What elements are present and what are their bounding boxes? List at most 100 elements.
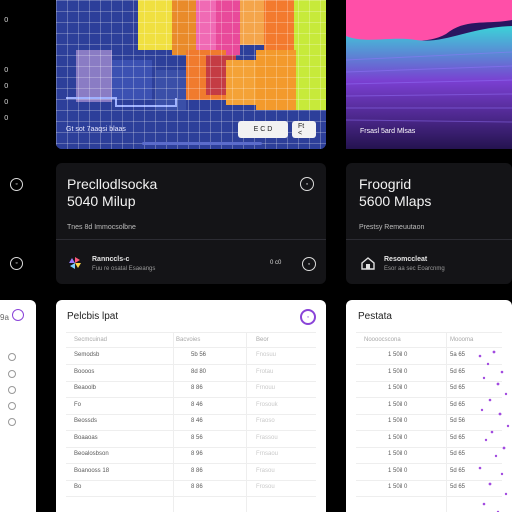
table-title: Pestata [358,311,392,322]
row-divider [66,347,316,348]
table-cell: Frnsaou [256,451,279,457]
rail-circle-icon[interactable]: ◦ [10,178,23,191]
map-tool-buttons[interactable]: E C D [238,121,288,138]
data-table-card: Pestata Noooocscona Moooma 1 50il 0 5a 65… [346,300,512,512]
terrain-graphic [346,0,512,149]
table-cell: 1 50il 0 [388,368,408,375]
table-cell: 1 50il 0 [388,467,408,474]
table-cell: 1 50il 0 [388,352,408,358]
table-cell: Beoalosbson [74,451,109,457]
rail-item[interactable]: 0 [4,82,8,90]
rail-item-extra[interactable]: 0 [4,114,8,122]
table-cell: 8 86 [191,385,203,391]
table-cell: 1 50il 0 [388,401,408,408]
table-cell: 5d 65 [450,484,466,490]
side-row-icon[interactable] [8,353,16,361]
stat-card: Precllodlsocka 5040 Milup Tnes 8d Immocs… [56,163,326,284]
side-row-icon[interactable] [8,418,16,426]
table-cell: Boooos [74,368,95,375]
table-cell: Frnouu [256,385,276,391]
row-divider [66,413,316,415]
row-divider [66,463,316,464]
stat-card: Froogrid 5600 Mlaps Prestsy Remeuutaon R… [346,163,512,284]
table-cell: Bo [74,484,82,490]
map-controls: E C D Ft < [238,121,316,138]
side-row-icon[interactable] [8,386,16,394]
card-value: 5600 Mlaps [359,193,432,209]
rail-item[interactable]: 0 [4,98,8,106]
heatmap-panel[interactable]: Gt sot 7aaqsi blaas E C D Ft < [56,0,326,149]
table-cell: Frosouk [256,401,278,408]
card-subtitle: Prestsy Remeuutaon [359,224,425,231]
row-divider [66,479,316,481]
table-cell: Fnosuu [256,352,277,358]
card-title: Froogrid [359,176,412,192]
footer-subtitle: Fuu re osatal Esaeangs [92,266,156,272]
side-row-icon[interactable] [8,370,16,378]
terrain-caption: Frsasl 5ard Mlsas [360,128,416,135]
column-header[interactable]: Noooocscona [364,337,401,343]
table-cell: 8 96 [191,451,203,457]
table-cell: 8d 80 [191,368,207,375]
column-divider [173,332,174,512]
footer-badge: 0 c0 [270,260,282,266]
table-cell: Boaaoas [74,434,98,441]
table-cell: Fraoso [256,418,275,424]
table-cell: 5d 65 [450,368,466,375]
divider [346,239,512,240]
data-table-card: Pelcbis lpat ◦ Secmcuinad Bacvoies Beor … [56,300,326,512]
footer-title: Rannccls-c [92,256,130,263]
table-cell: 8 86 [191,467,203,474]
row-divider [66,332,316,333]
side-panel: 9a [0,300,36,512]
table-cell: 1 50il 0 [388,385,408,391]
table-cell: 8 46 [191,418,203,424]
rail-circle-icon[interactable]: ◦ [10,257,23,270]
rail-item[interactable]: 0 [4,66,8,74]
side-panel-icon[interactable] [12,309,24,321]
column-header[interactable]: Bacvoies [176,337,200,343]
column-divider [446,332,447,512]
scatter-decoration [478,350,510,512]
row-divider [66,496,316,497]
footer-action-button[interactable]: ◦ [302,257,316,271]
side-row-icon[interactable] [8,402,16,410]
row-divider [356,332,502,333]
divider [56,239,326,240]
table-cell: 5b 56 [191,352,207,358]
rail-item[interactable]: 0 [4,16,8,24]
table-cell: 8 56 [191,434,203,441]
pinwheel-icon [69,257,81,269]
table-cell: Frasou [256,467,275,474]
table-cell: 5a 65 [450,352,466,358]
column-header[interactable]: Moooma [450,337,473,343]
table-cell: 1 50il 0 [388,484,408,490]
column-header[interactable]: Beor [256,337,269,343]
table-cell: 8 46 [191,401,203,408]
table-cell: Beaoolb [74,385,97,391]
footer-title: Resomccleat [384,256,428,263]
home-icon [361,257,375,270]
table-cell: 1 50il 0 [388,434,408,441]
table-title: Pelcbis lpat [67,311,119,322]
table-cell: 5d 65 [450,451,466,457]
map-zoom-button[interactable]: Ft < [292,121,316,138]
map-legend: Gt sot 7aaqsi blaas [66,126,126,133]
table-cell: 5d 56 [450,418,466,424]
table-cell: Frosou [256,484,275,490]
card-value: 5040 Milup [67,193,136,209]
row-divider [66,380,316,382]
table-cell: Frassou [256,434,278,441]
footer-subtitle: Esor aa sec Eoarcnmg [384,266,445,272]
card-subtitle: Tnes 8d Immocsolbne [67,224,136,231]
table-cell: Fo [74,401,82,408]
table-cell: Beossds [74,418,98,424]
column-header[interactable]: Secmcuinad [74,337,107,343]
table-menu-button[interactable]: ◦ [300,309,316,325]
table-cell: 1 50il 0 [388,418,408,424]
terrain-panel[interactable]: Frsasl 5ard Mlsas [346,0,512,149]
row-divider [66,430,316,431]
table-cell: Semodsb [74,352,100,358]
table-cell: 8 86 [191,484,203,490]
card-menu-button[interactable]: ◦ [300,177,314,191]
